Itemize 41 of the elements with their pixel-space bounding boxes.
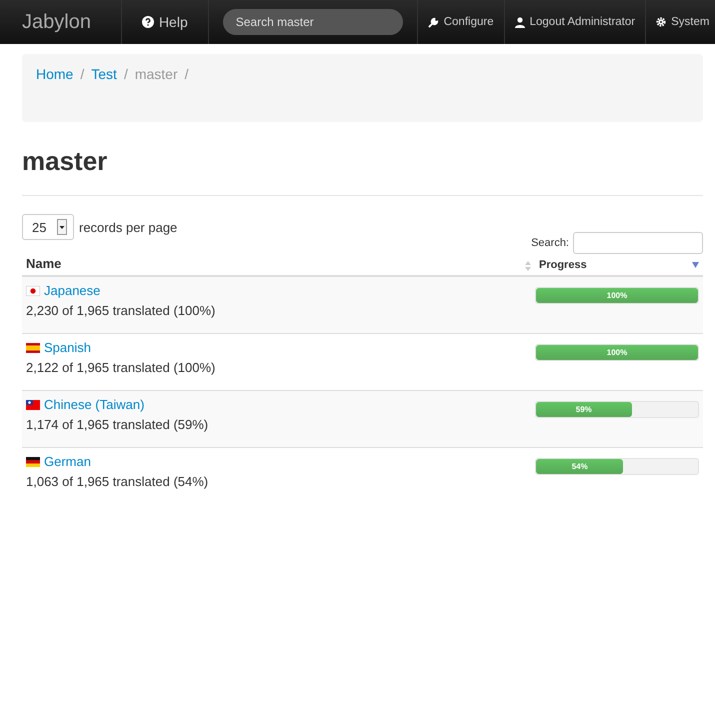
progress-label: 100%: [606, 347, 628, 359]
sort-desc-icon: [692, 262, 699, 268]
breadcrumb-link[interactable]: Home: [36, 66, 74, 82]
breadcrumb-separator: /: [80, 66, 84, 82]
sort-icon[interactable]: [525, 261, 531, 271]
user-icon: [514, 16, 525, 28]
language-link[interactable]: Spanish: [44, 340, 91, 355]
breadcrumb-separator: /: [124, 66, 128, 82]
flag-icon: [26, 400, 40, 410]
breadcrumb-current: master: [134, 66, 178, 82]
search-label: Search:: [531, 237, 569, 249]
translation-summary: 1,063 of 1,965 translated (54%): [26, 474, 210, 489]
dropdown-icon: [57, 219, 67, 235]
translation-summary: 2,122 of 1,965 translated (100%): [26, 360, 216, 375]
logout-link[interactable]: Logout Administrator: [504, 0, 646, 44]
breadcrumb-link[interactable]: Test: [91, 66, 117, 82]
flag-icon: [26, 342, 40, 352]
records-per-page-label: records per page: [79, 220, 178, 235]
help-icon: [142, 16, 154, 28]
progress-label: 59%: [574, 404, 593, 416]
breadcrumb-separator: /: [184, 66, 189, 82]
help-link[interactable]: Help: [122, 0, 209, 44]
translation-summary: 1,174 of 1,965 translated (59%): [26, 417, 210, 432]
progress-label: 54%: [570, 461, 589, 473]
flag-icon: [26, 286, 40, 296]
gear-icon: [656, 17, 666, 27]
brand-logo[interactable]: Jabylon: [22, 0, 122, 44]
column-header[interactable]: Name: [26, 256, 525, 271]
system-link[interactable]: System: [645, 0, 715, 44]
page-title: master: [22, 146, 108, 177]
translation-summary: 2,230 of 1,965 translated (100%): [26, 303, 216, 318]
language-link[interactable]: Japanese: [44, 283, 100, 298]
flag-icon: [26, 456, 40, 466]
language-link[interactable]: Chinese (Taiwan): [44, 397, 144, 412]
configure-link[interactable]: Configure: [416, 0, 504, 44]
search-field[interactable]: Search master: [222, 9, 403, 35]
wrench-icon: [428, 16, 439, 28]
page-size-select[interactable]: 25: [22, 214, 74, 240]
column-header[interactable]: Progress: [539, 259, 699, 271]
progress-label: 100%: [606, 290, 628, 302]
language-link[interactable]: German: [44, 454, 91, 469]
